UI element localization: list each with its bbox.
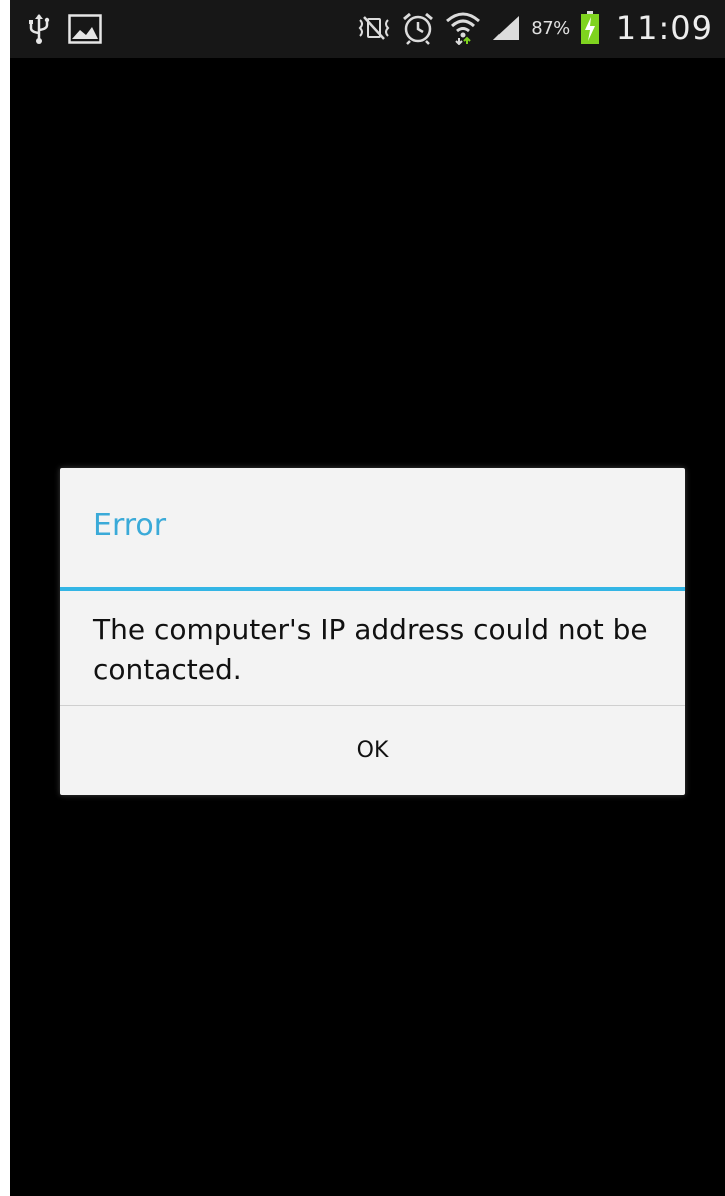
wifi-icon — [445, 11, 481, 45]
usb-icon — [28, 13, 50, 45]
silent-mode-icon — [357, 14, 391, 42]
status-bar-left — [28, 13, 102, 45]
dialog-title: Error — [93, 508, 167, 543]
cellular-signal-icon — [491, 14, 521, 42]
battery-charging-icon — [580, 11, 600, 45]
status-bar-right: 87% 11:09 — [357, 8, 713, 48]
clock-time: 11:09 — [615, 9, 713, 47]
ok-button[interactable]: OK — [60, 706, 685, 795]
alarm-icon — [401, 11, 435, 45]
status-bar: 87% 11:09 — [10, 0, 725, 58]
error-dialog: Error The computer's IP address could no… — [60, 468, 685, 795]
dialog-message: The computer's IP address could not be c… — [93, 613, 648, 686]
phone-screen: 87% 11:09 Error The computer's IP addres… — [10, 0, 725, 1196]
image-icon — [68, 14, 102, 44]
title-divider — [60, 587, 685, 591]
battery-percent: 87% — [531, 17, 570, 39]
